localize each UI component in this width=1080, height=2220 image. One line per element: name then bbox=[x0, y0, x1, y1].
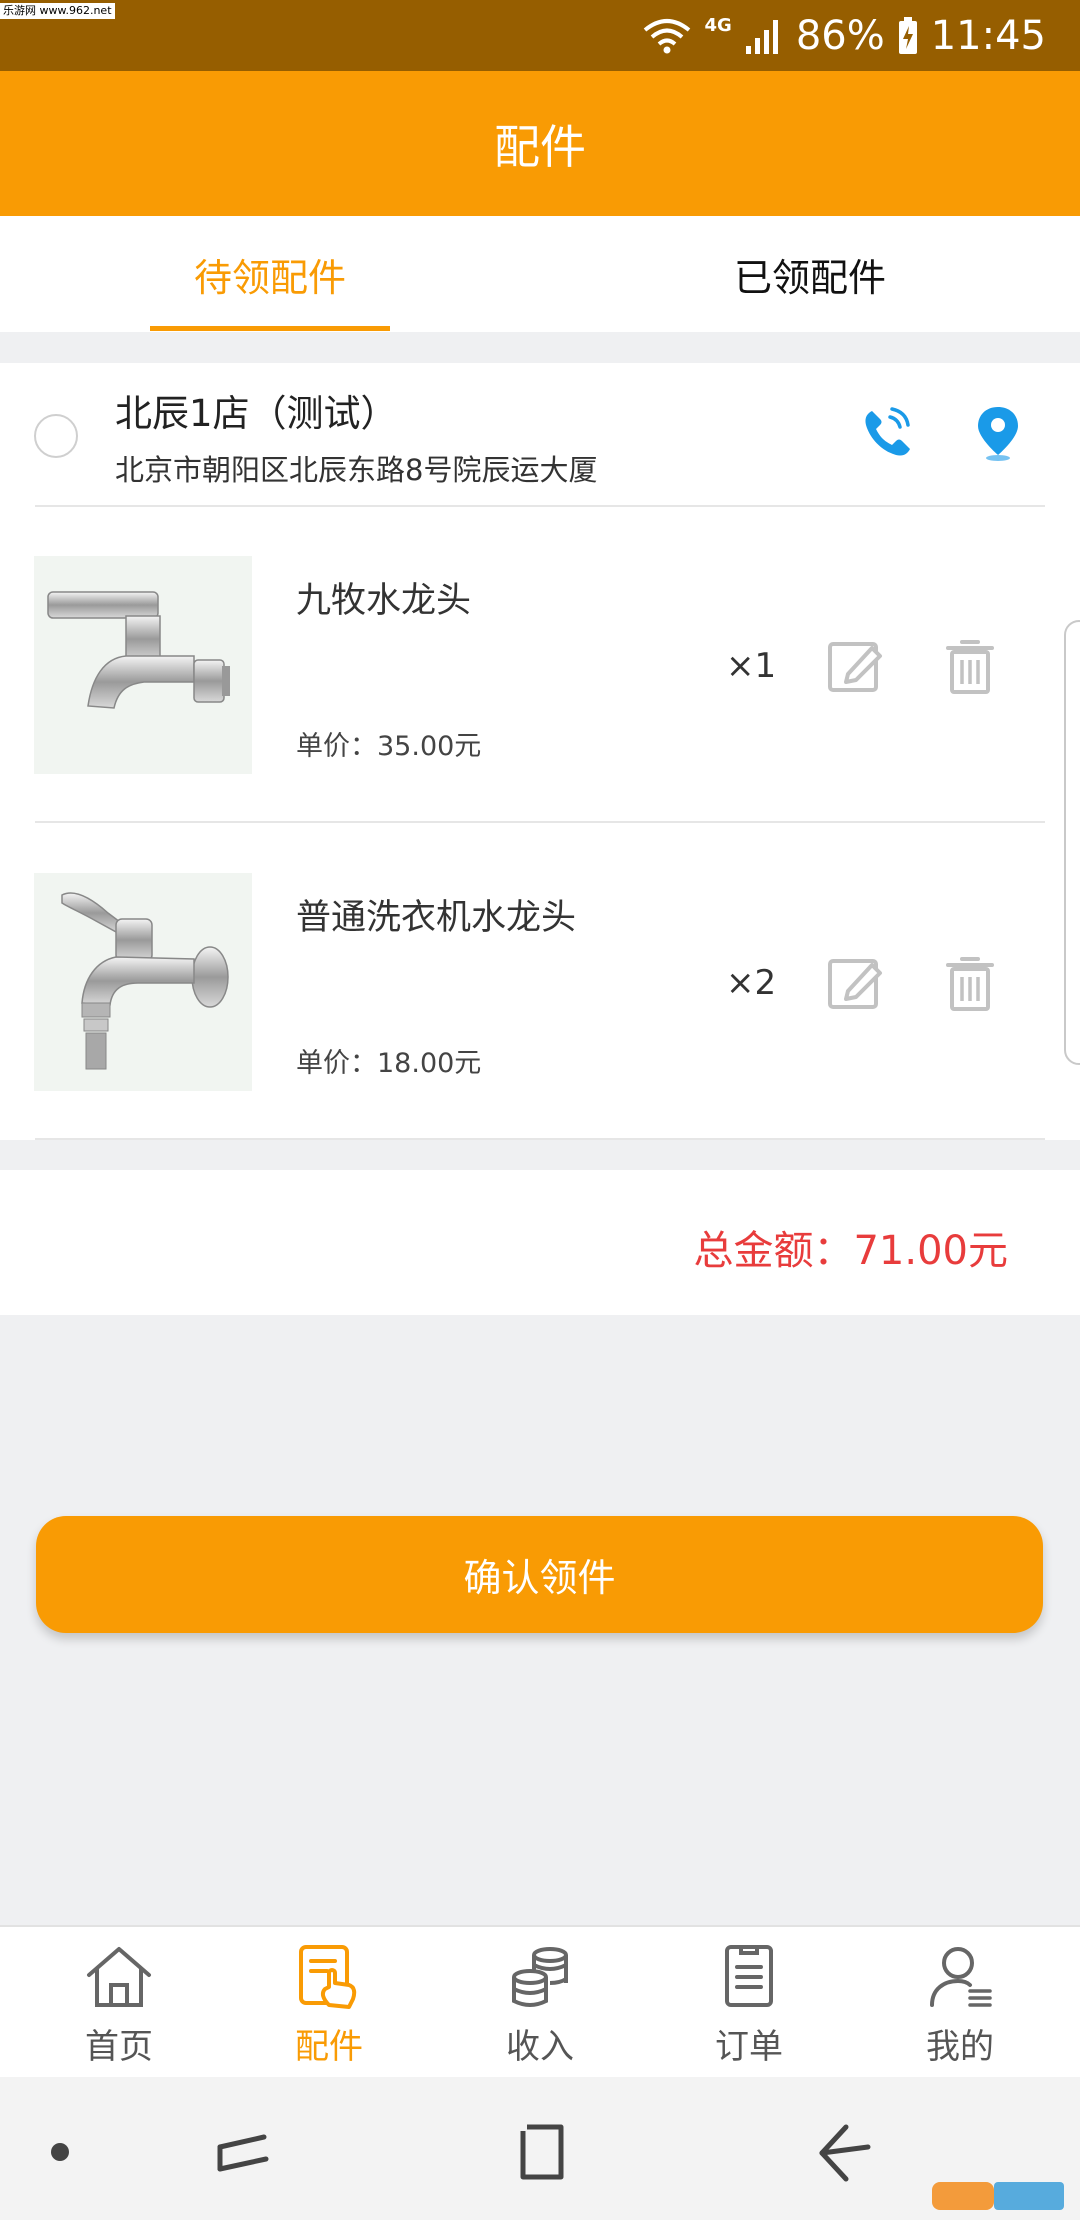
status-bar: 乐游网 www.962.net 4G 86% 11:45 bbox=[0, 0, 1080, 71]
coins-icon bbox=[512, 1947, 568, 2007]
trash-icon[interactable] bbox=[944, 953, 996, 1013]
tab-pending-parts[interactable]: 待领配件 bbox=[150, 216, 390, 332]
divider bbox=[35, 1138, 1045, 1140]
wifi-icon bbox=[643, 19, 690, 54]
part-image bbox=[34, 873, 252, 1091]
battery-icon bbox=[898, 17, 917, 54]
confirm-receive-button[interactable]: 确认领件 bbox=[36, 1516, 1043, 1633]
site-logo-watermark bbox=[932, 2182, 1064, 2210]
signal-icon bbox=[745, 20, 778, 54]
system-nav-bar bbox=[0, 2077, 1080, 2220]
store-card: 北辰1店（测试） 北京市朝阳区北辰东路8号院辰运大厦 九牧水龙头 单价：35.0… bbox=[0, 363, 1080, 1140]
header: 配件 bbox=[0, 71, 1080, 216]
home-button-icon[interactable] bbox=[509, 2117, 579, 2187]
nav-mine-label: 我的 bbox=[926, 2027, 994, 2067]
nav-parts[interactable]: 配件 bbox=[249, 1927, 409, 2079]
active-tab-indicator bbox=[150, 326, 390, 331]
part-quantity: ×1 bbox=[726, 646, 777, 686]
faucet-image bbox=[61, 892, 229, 1070]
tab-received-parts[interactable]: 已领配件 bbox=[690, 216, 930, 332]
dot-icon[interactable] bbox=[25, 2117, 95, 2187]
part-item: 普通洗衣机水龙头 单价：18.00元 ×2 bbox=[0, 823, 1080, 1140]
total-panel: 总金额：71.00元 bbox=[0, 1170, 1080, 1315]
location-pin-icon[interactable] bbox=[972, 403, 1024, 463]
tab-bar: 待领配件 已领配件 bbox=[0, 216, 1080, 332]
part-quantity: ×2 bbox=[726, 963, 777, 1003]
watermark-label: 乐游网 www.962.net bbox=[0, 3, 115, 19]
nav-home-label: 首页 bbox=[85, 2027, 153, 2067]
store-header: 北辰1店（测试） 北京市朝阳区北辰东路8号院辰运大厦 bbox=[0, 363, 1080, 506]
parts-icon bbox=[299, 1945, 357, 2009]
order-icon bbox=[725, 1945, 773, 2007]
part-unit-price: 单价：18.00元 bbox=[296, 1048, 482, 1079]
faucet-image bbox=[47, 591, 230, 709]
total-amount: 总金额：71.00元 bbox=[693, 1228, 1008, 1274]
nav-parts-label: 配件 bbox=[295, 2027, 363, 2067]
edit-icon[interactable] bbox=[826, 953, 886, 1013]
network-type-label: 4G bbox=[704, 14, 732, 36]
battery-percent: 86% bbox=[795, 13, 885, 59]
nav-orders-label: 订单 bbox=[715, 2027, 783, 2067]
scroll-edge-handle[interactable] bbox=[1064, 620, 1080, 1065]
trash-icon[interactable] bbox=[944, 636, 996, 696]
user-icon bbox=[930, 1947, 992, 2007]
recent-apps-icon[interactable] bbox=[208, 2117, 278, 2187]
bottom-nav: 首页 配件 收入 订单 我的 bbox=[0, 1925, 1080, 2077]
nav-income-label: 收入 bbox=[506, 2027, 574, 2067]
phone-icon[interactable] bbox=[858, 403, 918, 463]
back-icon[interactable] bbox=[810, 2117, 880, 2187]
status-indicators: 4G 86% 11:45 bbox=[641, 10, 1046, 62]
part-image bbox=[34, 556, 252, 774]
store-address: 北京市朝阳区北辰东路8号院辰运大厦 bbox=[115, 453, 598, 487]
nav-home[interactable]: 首页 bbox=[39, 1927, 199, 2079]
nav-income[interactable]: 收入 bbox=[460, 1927, 620, 2079]
part-item: 九牧水龙头 单价：35.00元 ×1 bbox=[0, 506, 1080, 823]
clock: 11:45 bbox=[930, 13, 1046, 59]
home-icon bbox=[87, 1947, 151, 2007]
store-select-radio[interactable] bbox=[34, 414, 78, 458]
page-title: 配件 bbox=[494, 119, 586, 174]
nav-mine[interactable]: 我的 bbox=[880, 1927, 1040, 2079]
part-unit-price: 单价：35.00元 bbox=[296, 731, 482, 762]
part-name: 普通洗衣机水龙头 bbox=[296, 898, 577, 938]
part-name: 九牧水龙头 bbox=[296, 581, 472, 621]
nav-orders[interactable]: 订单 bbox=[669, 1927, 829, 2079]
store-name: 北辰1店（测试） bbox=[115, 392, 398, 435]
edit-icon[interactable] bbox=[826, 636, 886, 696]
